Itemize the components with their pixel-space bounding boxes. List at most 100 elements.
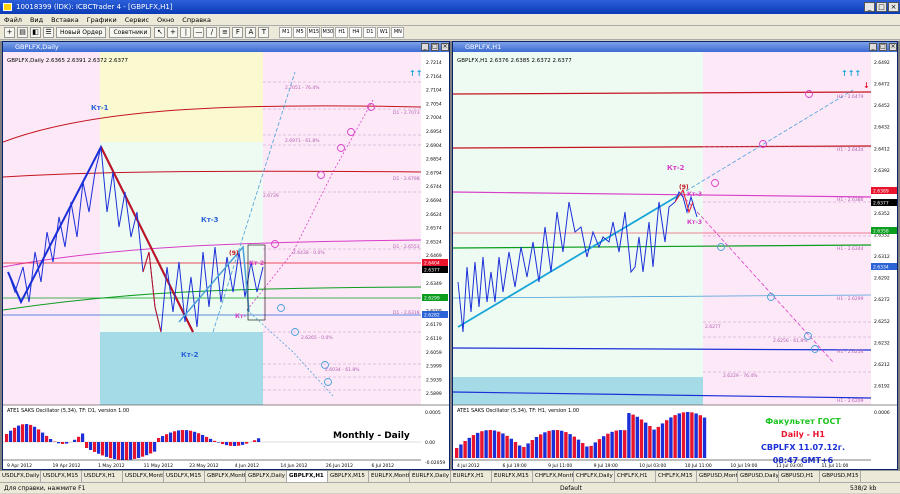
timeframe-h4[interactable]: H4 — [349, 27, 362, 38]
fibonacci-icon[interactable]: F — [232, 27, 243, 38]
chart-yellow-zone — [100, 52, 263, 142]
advisors-button[interactable]: Советники — [109, 27, 151, 38]
new-chart-icon[interactable]: + — [4, 27, 15, 38]
oscillator-bar — [17, 426, 20, 442]
label-icon[interactable]: T — [258, 27, 269, 38]
chart-maximize-button[interactable]: □ — [431, 43, 439, 51]
chart-close-button[interactable]: × — [441, 43, 449, 51]
new-order-button[interactable]: Новый Ордер — [56, 27, 106, 38]
price-axis-label: 2.6694 — [426, 198, 442, 204]
chart-minimize-button[interactable]: _ — [421, 43, 429, 51]
chart-tab[interactable]: GBPLFX,H1 — [287, 471, 328, 482]
chart-tab[interactable]: EURLFX,H1 — [451, 471, 492, 482]
chart-cyan-zone — [100, 332, 263, 405]
chart-tab[interactable]: EURLFX,Daily — [410, 471, 451, 482]
osc-axis-top: 0.0005 — [425, 410, 441, 416]
svg-text:2.6438 - 0.0%: 2.6438 - 0.0% — [293, 250, 325, 256]
price-axis-label: 2.5939 — [426, 377, 442, 383]
chart-tab[interactable]: USDLFX,H1 — [82, 471, 123, 482]
channel-icon[interactable]: ≡ — [219, 27, 230, 38]
oscillator-bar — [514, 442, 517, 458]
timeframe-m5[interactable]: M5 — [293, 27, 306, 38]
menu-tools[interactable]: Сервис — [125, 16, 149, 24]
chart-tab[interactable]: USDLFX,M15 — [41, 471, 82, 482]
timeframe-m1[interactable]: M1 — [279, 27, 292, 38]
chart-tab[interactable]: USDLFX,Monthly — [123, 471, 164, 482]
chart-tab[interactable]: CHFLFX,Monthly — [533, 471, 574, 482]
oscillator-bar — [526, 443, 529, 458]
chart-close-button[interactable]: × — [889, 43, 897, 51]
menu-view[interactable]: Вид — [30, 16, 43, 24]
oscillator-bar — [149, 442, 152, 453]
chart-minimize-button[interactable]: _ — [869, 43, 877, 51]
chart-tab[interactable]: EURLFX,M15 — [492, 471, 533, 482]
window-title: 10018399 (lDK): ICBCTrader 4 - [GBPLFX,H… — [16, 3, 173, 11]
osc-axis-top: 0.0006 — [874, 410, 890, 416]
timeframe-h1[interactable]: H1 — [335, 27, 348, 38]
text-icon[interactable]: A — [245, 27, 256, 38]
oscillator-bar — [181, 430, 184, 442]
chart-tab[interactable]: GBPUSD,Daily — [738, 471, 779, 482]
price-tag-label: 2.6377 — [873, 201, 889, 207]
maximize-button[interactable]: □ — [876, 2, 887, 12]
chart-tab[interactable]: GBPLFX,Daily — [246, 471, 287, 482]
profiles-icon[interactable]: ▤ — [17, 27, 28, 38]
vertical-line-icon[interactable]: | — [180, 27, 191, 38]
chart-workspace: GBPLFX,Daily _ □ × GBPLFX,Daily 2.6365 2… — [0, 41, 900, 470]
close-button[interactable]: × — [888, 2, 899, 12]
date-axis-label: 4 Jul 2012 — [457, 463, 480, 469]
timeframe-d1[interactable]: D1 — [363, 27, 376, 38]
chart-tab[interactable]: GBPUSD,M15 — [820, 471, 861, 482]
chart-tab[interactable]: GBPLFX,M15 — [328, 471, 369, 482]
timeframe-w1[interactable]: W1 — [377, 27, 390, 38]
oscillator-bar — [598, 439, 601, 458]
price-axis-label: 2.6492 — [874, 60, 890, 66]
oscillator-bar — [484, 430, 487, 458]
oscillator-bar — [577, 440, 580, 458]
oscillator-bar — [627, 413, 630, 458]
oscillator-header: ATE1 SAKS Oscillator (5,34), TF: D1, ver… — [7, 408, 129, 414]
oscillator-bar — [497, 432, 500, 458]
arrow-up-icons: ↑↑↑ — [841, 69, 861, 78]
date-axis-label: 10 Jul 11:00 — [685, 463, 712, 469]
oscillator-bar — [205, 437, 208, 442]
chart-tab[interactable]: GBPUSD,Monthly — [697, 471, 738, 482]
svg-text:2.6971 - 61.8%: 2.6971 - 61.8% — [285, 138, 320, 144]
cursor-icon[interactable]: ↖ — [154, 27, 165, 38]
menu-help[interactable]: Справка — [182, 16, 211, 24]
menu-window[interactable]: Окно — [157, 16, 174, 24]
horizontal-line-icon[interactable]: — — [193, 27, 204, 38]
chart-tab[interactable]: USDLFX,Daily — [0, 471, 41, 482]
chart-tab[interactable]: EURLFX,Monthly — [369, 471, 410, 482]
date-axis-label: 11 Jul 03:00 — [776, 463, 803, 469]
trendline-icon[interactable]: / — [206, 27, 217, 38]
status-bar: Для справки, нажмите F1 Default 538/2 kb — [0, 482, 900, 493]
minimize-button[interactable]: _ — [864, 2, 875, 12]
oscillator-bar — [105, 442, 108, 457]
h1-price-chart[interactable]: GBPLFX,H1 2.6376 2.6385 2.6372 2.6377 — [453, 52, 897, 469]
market-watch-icon[interactable]: ◧ — [30, 27, 41, 38]
svg-text:2.6229 - 76.4%: 2.6229 - 76.4% — [723, 373, 758, 379]
chart-tab[interactable]: GBPLFX,Monthly — [205, 471, 246, 482]
caption-line: CBPLFX 11.07.12г. — [761, 443, 845, 452]
oscillator-bar — [455, 448, 458, 458]
chart-tab[interactable]: CHFLFX,M15 — [656, 471, 697, 482]
chart-tab[interactable]: CHFLFX,Daily — [574, 471, 615, 482]
navigator-icon[interactable]: ☰ — [43, 27, 54, 38]
menu-file[interactable]: Файл — [4, 16, 22, 24]
timeframe-mn[interactable]: MN — [391, 27, 404, 38]
chart-tab[interactable]: CHFLFX,H1 — [615, 471, 656, 482]
chart-tab[interactable]: USDLFX,M15 — [164, 471, 205, 482]
svg-text:2.6256 - 61.8%: 2.6256 - 61.8% — [773, 338, 808, 344]
crosshair-icon[interactable]: + — [167, 27, 178, 38]
daily-price-chart[interactable]: GBPLFX,Daily 2.6365 2.6391 2.6372 2.6377 — [3, 52, 449, 469]
menu-insert[interactable]: Вставка — [51, 16, 79, 24]
chart-tab[interactable]: GBPUSD,H1 — [779, 471, 820, 482]
chart-maximize-button[interactable]: □ — [879, 43, 887, 51]
chart-window-daily[interactable]: GBPLFX,Daily _ □ × GBPLFX,Daily 2.6365 2… — [2, 41, 450, 470]
chart-window-h1[interactable]: GBPLFX,H1 _ □ × GBPLFX,H1 2.6376 2.6385 … — [452, 41, 898, 470]
oscillator-bar — [489, 430, 492, 458]
menu-charts[interactable]: Графики — [87, 16, 117, 24]
timeframe-m15[interactable]: M15 — [307, 27, 320, 38]
timeframe-m30[interactable]: M30 — [321, 27, 334, 38]
